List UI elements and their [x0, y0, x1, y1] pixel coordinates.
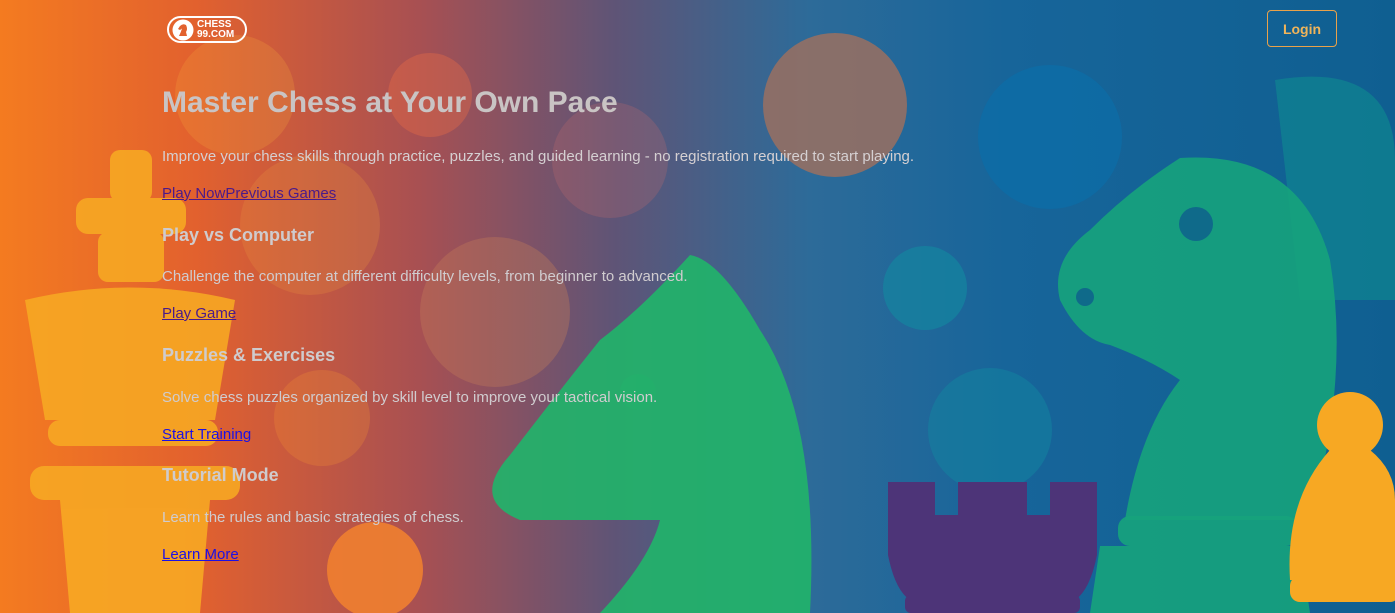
learn-more-link[interactable]: Learn More: [162, 546, 239, 563]
section-desc-tutorial: Learn the rules and basic strategies of …: [162, 509, 464, 526]
login-button[interactable]: Login: [1267, 10, 1337, 47]
pawn-piece-illustration: [1289, 392, 1395, 602]
section-desc-puzzles: Solve chess puzzles organized by skill l…: [162, 389, 658, 406]
play-game-link[interactable]: Play Game: [162, 305, 236, 322]
hero-links: Play NowPrevious Games: [162, 185, 336, 202]
knight-piece-illustration: [492, 255, 812, 613]
knight-logo-icon: [172, 19, 194, 40]
rook-piece-illustration: [888, 482, 1097, 613]
section-desc-play-vs-computer: Challenge the computer at different diff…: [162, 268, 688, 285]
section-title-puzzles: Puzzles & Exercises: [162, 345, 336, 365]
king-piece-illustration: [25, 150, 240, 613]
logo-text-line2: 99.COM: [197, 28, 235, 40]
hero-subtitle: Improve your chess skills through practi…: [162, 148, 915, 165]
section-title-play-vs-computer: Play vs Computer: [162, 225, 315, 245]
background-bubbles: [175, 33, 1122, 613]
page-title: Master Chess at Your Own Pace: [162, 86, 618, 119]
logo-text-line1: CHESS: [197, 18, 232, 30]
section-title-tutorial: Tutorial Mode: [162, 465, 279, 485]
play-now-link[interactable]: Play Now: [162, 185, 225, 202]
site-logo[interactable]: CHESS 99.COM: [167, 16, 247, 43]
start-training-link[interactable]: Start Training: [162, 426, 251, 443]
previous-games-link[interactable]: Previous Games: [225, 185, 336, 202]
knight-piece-illustration-right: [1058, 76, 1395, 613]
